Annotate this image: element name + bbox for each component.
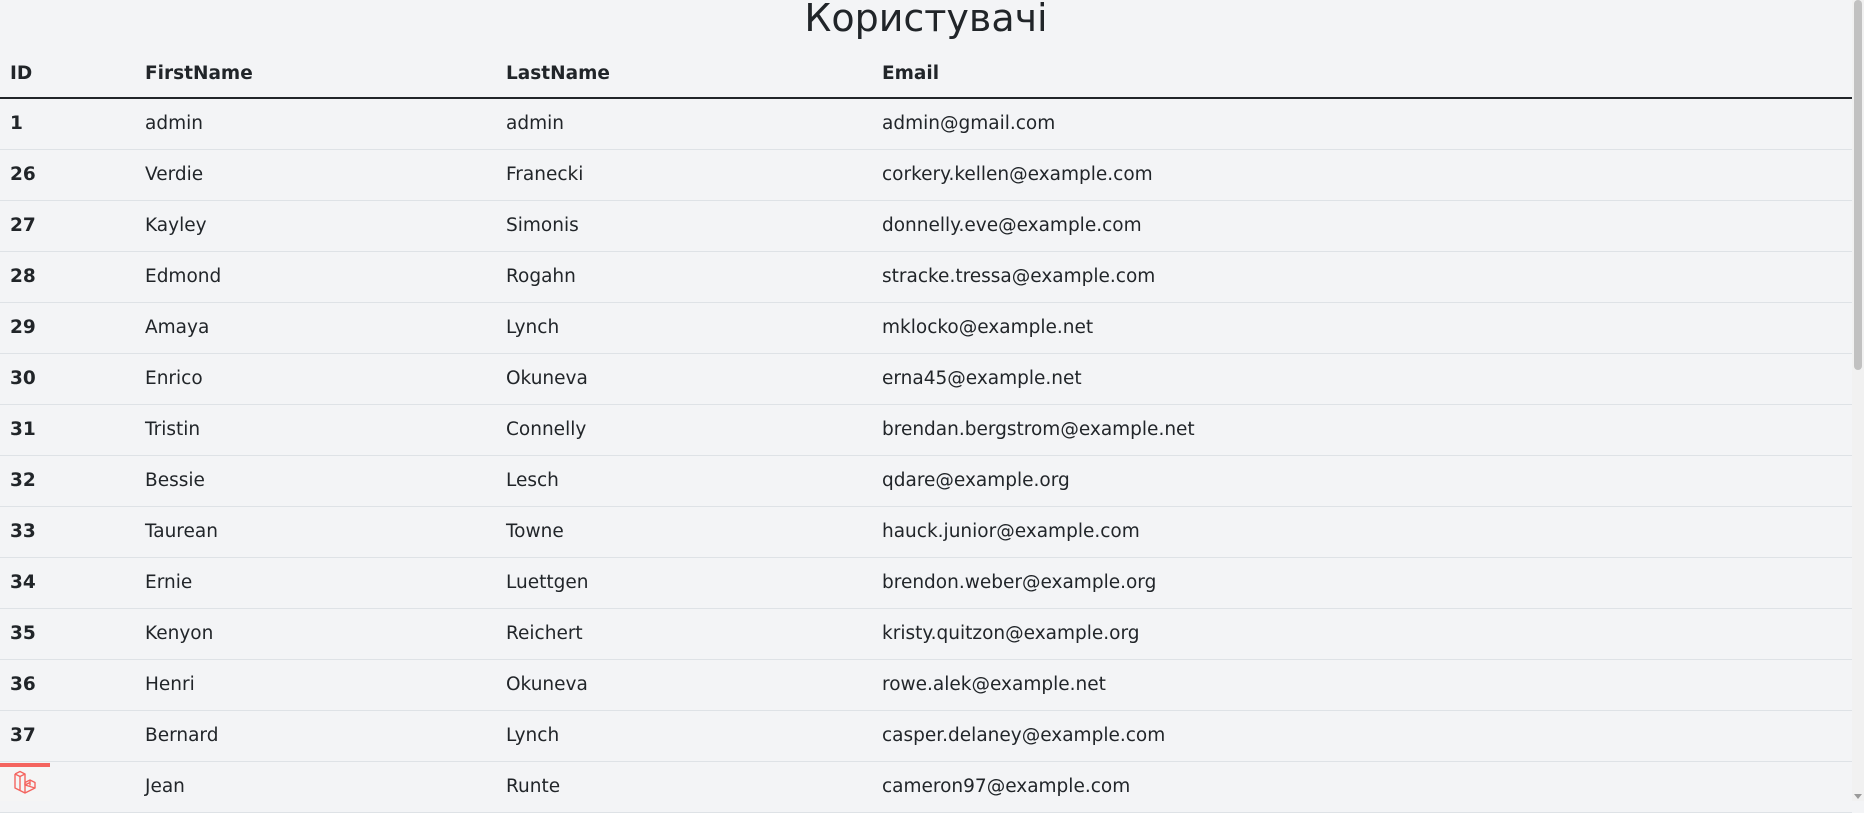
cell-id: 29 (0, 302, 135, 354)
cell-last-name: Luettgen (496, 557, 872, 609)
cell-last-name: Simonis (496, 200, 872, 252)
table-row: 28 Edmond Rogahn stracke.tressa@example.com (0, 251, 1852, 303)
cell-last-name: admin (496, 98, 872, 150)
table-row: Jean Runte cameron97@example.com (0, 761, 1852, 813)
cell-first-name: admin (135, 98, 496, 150)
column-header-id: ID (0, 49, 135, 99)
cell-last-name: Franecki (496, 149, 872, 201)
cell-first-name: Kenyon (135, 608, 496, 660)
cell-last-name: Reichert (496, 608, 872, 660)
scroll-down-arrow-icon[interactable] (1854, 794, 1862, 799)
users-table: ID FirstName LastName Email 1 admin admin a… (0, 49, 1852, 813)
cell-first-name: Bernard (135, 710, 496, 762)
cell-id: 34 (0, 557, 135, 609)
cell-email: qdare@example.org (872, 455, 1852, 507)
table-row: 27 Kayley Simonis donnelly.eve@example.com (0, 200, 1852, 252)
cell-id: 32 (0, 455, 135, 507)
cell-email: mklocko@example.net (872, 302, 1852, 354)
column-header-last-name: LastName (496, 49, 872, 99)
cell-email: erna45@example.net (872, 353, 1852, 405)
column-header-email: Email (872, 49, 1852, 99)
table-row: 1 admin admin admin@gmail.com (0, 98, 1852, 150)
cell-email: casper.delaney@example.com (872, 710, 1852, 762)
table-row: 34 Ernie Luettgen brendon.weber@example.org (0, 557, 1852, 609)
table-header: ID FirstName LastName Email (0, 49, 1852, 99)
cell-email: brendan.bergstrom@example.net (872, 404, 1852, 456)
cell-id: 1 (0, 98, 135, 150)
cell-last-name: Okuneva (496, 353, 872, 405)
cell-last-name: Connelly (496, 404, 872, 456)
cell-id: 30 (0, 353, 135, 405)
debugbar-toggle[interactable] (0, 763, 50, 801)
cell-first-name: Ernie (135, 557, 496, 609)
table-row: 36 Henri Okuneva rowe.alek@example.net (0, 659, 1852, 711)
cell-last-name: Runte (496, 761, 872, 813)
cell-first-name: Jean (135, 761, 496, 813)
cell-first-name: Kayley (135, 200, 496, 252)
cell-email: stracke.tressa@example.com (872, 251, 1852, 303)
table-row: 33 Taurean Towne hauck.junior@example.com (0, 506, 1852, 558)
cell-email: admin@gmail.com (872, 98, 1852, 150)
table-row: 35 Kenyon Reichert kristy.quitzon@example.o… (0, 608, 1852, 660)
cell-id: 35 (0, 608, 135, 660)
table-row: 29 Amaya Lynch mklocko@example.net (0, 302, 1852, 354)
header-row: ID FirstName LastName Email (0, 49, 1852, 99)
cell-email: rowe.alek@example.net (872, 659, 1852, 711)
cell-first-name: Edmond (135, 251, 496, 303)
cell-email: hauck.junior@example.com (872, 506, 1852, 558)
cell-id: 27 (0, 200, 135, 252)
cell-last-name: Rogahn (496, 251, 872, 303)
page-title: Користувачі (804, 0, 1048, 40)
cell-email: donnelly.eve@example.com (872, 200, 1852, 252)
table-row: 30 Enrico Okuneva erna45@example.net (0, 353, 1852, 405)
cell-first-name: Tristin (135, 404, 496, 456)
cell-first-name: Enrico (135, 353, 496, 405)
cell-last-name: Lynch (496, 710, 872, 762)
cell-id: 28 (0, 251, 135, 303)
laravel-logo-icon (12, 769, 38, 799)
cell-last-name: Lesch (496, 455, 872, 507)
table-row: 32 Bessie Lesch qdare@example.org (0, 455, 1852, 507)
cell-first-name: Verdie (135, 149, 496, 201)
table-body: 1 admin admin admin@gmail.com 26 Verdie Franec… (0, 98, 1852, 813)
cell-id: 31 (0, 404, 135, 456)
cell-last-name: Okuneva (496, 659, 872, 711)
cell-first-name: Bessie (135, 455, 496, 507)
cell-email: cameron97@example.com (872, 761, 1852, 813)
column-header-first-name: FirstName (135, 49, 496, 99)
cell-email: kristy.quitzon@example.org (872, 608, 1852, 660)
cell-first-name: Henri (135, 659, 496, 711)
cell-last-name: Towne (496, 506, 872, 558)
vertical-scrollbar[interactable] (1852, 0, 1864, 801)
cell-id: 33 (0, 506, 135, 558)
cell-id: 37 (0, 710, 135, 762)
table-row: 26 Verdie Franecki corkery.kellen@example.c… (0, 149, 1852, 201)
cell-first-name: Amaya (135, 302, 496, 354)
cell-first-name: Taurean (135, 506, 496, 558)
cell-email: brendon.weber@example.org (872, 557, 1852, 609)
table-row: 37 Bernard Lynch casper.delaney@example.com (0, 710, 1852, 762)
table-row: 31 Tristin Connelly brendan.bergstrom@examp… (0, 404, 1852, 456)
scrollbar-thumb[interactable] (1854, 0, 1862, 370)
cell-id: 26 (0, 149, 135, 201)
cell-email: corkery.kellen@example.com (872, 149, 1852, 201)
cell-last-name: Lynch (496, 302, 872, 354)
cell-id: 36 (0, 659, 135, 711)
